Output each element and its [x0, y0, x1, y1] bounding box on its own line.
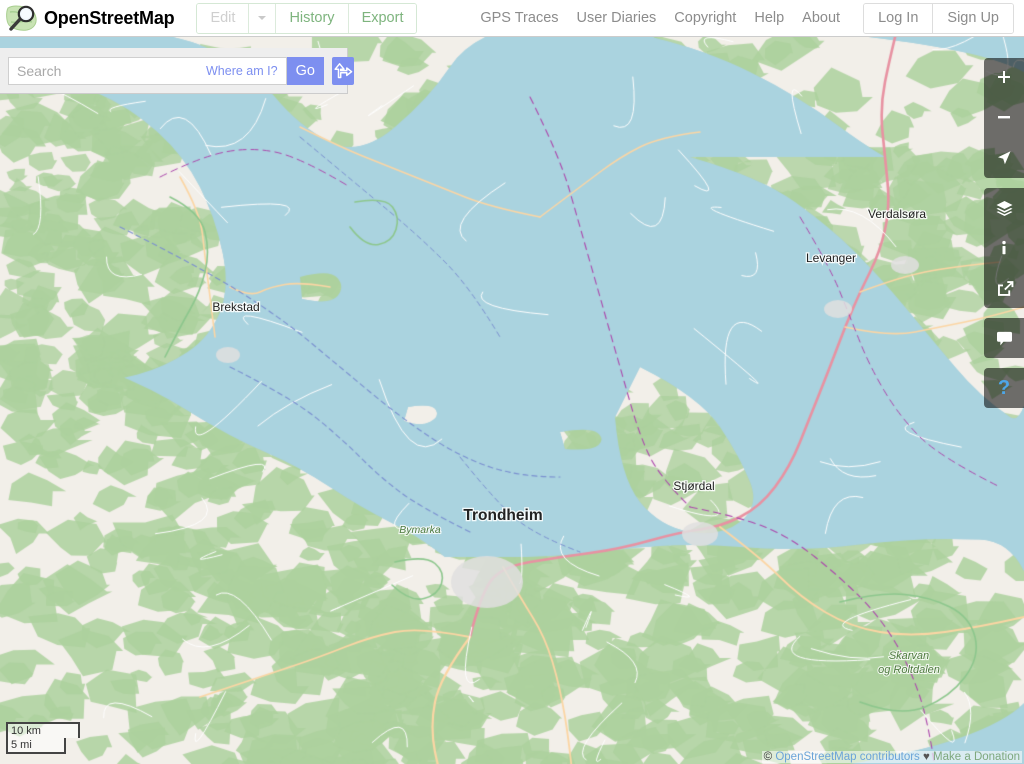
donate-link[interactable]: Make a Donation	[933, 751, 1020, 763]
primary-nav: GPS Traces User Diaries Copyright Help A…	[471, 10, 849, 26]
share-button[interactable]	[984, 268, 1024, 308]
nav-about[interactable]: About	[793, 10, 849, 26]
heart-icon: ♥	[923, 751, 930, 763]
speech-bubble-icon	[995, 330, 1014, 347]
directions-turn-right-icon	[332, 59, 354, 82]
map-controls: ?	[984, 58, 1024, 408]
login-button[interactable]: Log In	[864, 3, 934, 33]
chevron-down-icon	[258, 16, 267, 20]
magnifier-map-logo-icon	[5, 3, 39, 33]
layers-button[interactable]	[984, 188, 1024, 228]
edit-button-group: Edit History Export	[196, 2, 418, 34]
where-am-i-link[interactable]: Where am I?	[206, 64, 286, 78]
info-icon	[995, 239, 1013, 257]
scale-imperial: 5 mi	[6, 737, 66, 754]
nav-help[interactable]: Help	[745, 10, 793, 26]
note-group	[984, 318, 1024, 358]
history-button[interactable]: History	[276, 3, 349, 33]
signup-button[interactable]: Sign Up	[933, 3, 1013, 33]
site-title: OpenStreetMap	[44, 7, 175, 28]
search-panel: Where am I? Go	[0, 48, 354, 94]
map-viewport[interactable]: Verdalsøra Levanger Brekstad Stjørdal Trondh…	[0, 37, 1024, 764]
edit-button[interactable]: Edit	[197, 3, 250, 33]
nav-gps-traces[interactable]: GPS Traces	[471, 10, 567, 26]
plus-icon	[995, 69, 1013, 87]
zoom-control-group	[984, 58, 1024, 178]
map-info-button[interactable]	[984, 228, 1024, 268]
osm-contributors-link[interactable]: OpenStreetMap contributors	[775, 751, 919, 763]
search-input[interactable]	[9, 57, 206, 84]
zoom-in-button[interactable]	[984, 58, 1024, 98]
map-tiles[interactable]	[0, 37, 1024, 764]
nav-user-diaries[interactable]: User Diaries	[568, 10, 666, 26]
search-go-button[interactable]: Go	[286, 56, 324, 85]
auth-button-group: Log In Sign Up	[863, 2, 1014, 34]
question-mark-icon: ?	[997, 377, 1011, 399]
logo-home-link[interactable]: OpenStreetMap	[0, 3, 175, 33]
scale-metric: 10 km	[6, 721, 80, 738]
help-group: ?	[984, 368, 1024, 408]
search-form: Where am I?	[8, 56, 287, 85]
location-arrow-icon	[995, 149, 1013, 167]
scale-bar: 10 km 5 mi	[6, 721, 80, 754]
directions-button[interactable]	[331, 56, 354, 85]
copyright-symbol: ©	[763, 751, 773, 763]
export-button[interactable]: Export	[348, 3, 417, 33]
share-icon	[995, 279, 1014, 298]
site-header: OpenStreetMap Edit History Export GPS Tr…	[0, 0, 1024, 37]
edit-dropdown-toggle[interactable]	[249, 3, 277, 33]
layers-icon	[995, 199, 1014, 218]
zoom-out-button[interactable]	[984, 98, 1024, 138]
map-tools-group	[984, 188, 1024, 308]
add-note-button[interactable]	[984, 318, 1024, 358]
minus-icon	[995, 109, 1013, 127]
attribution: © OpenStreetMap contributors ♥ Make a Do…	[761, 751, 1022, 763]
locate-button[interactable]	[984, 138, 1024, 178]
help-button[interactable]: ?	[984, 368, 1024, 408]
nav-copyright[interactable]: Copyright	[665, 10, 745, 26]
